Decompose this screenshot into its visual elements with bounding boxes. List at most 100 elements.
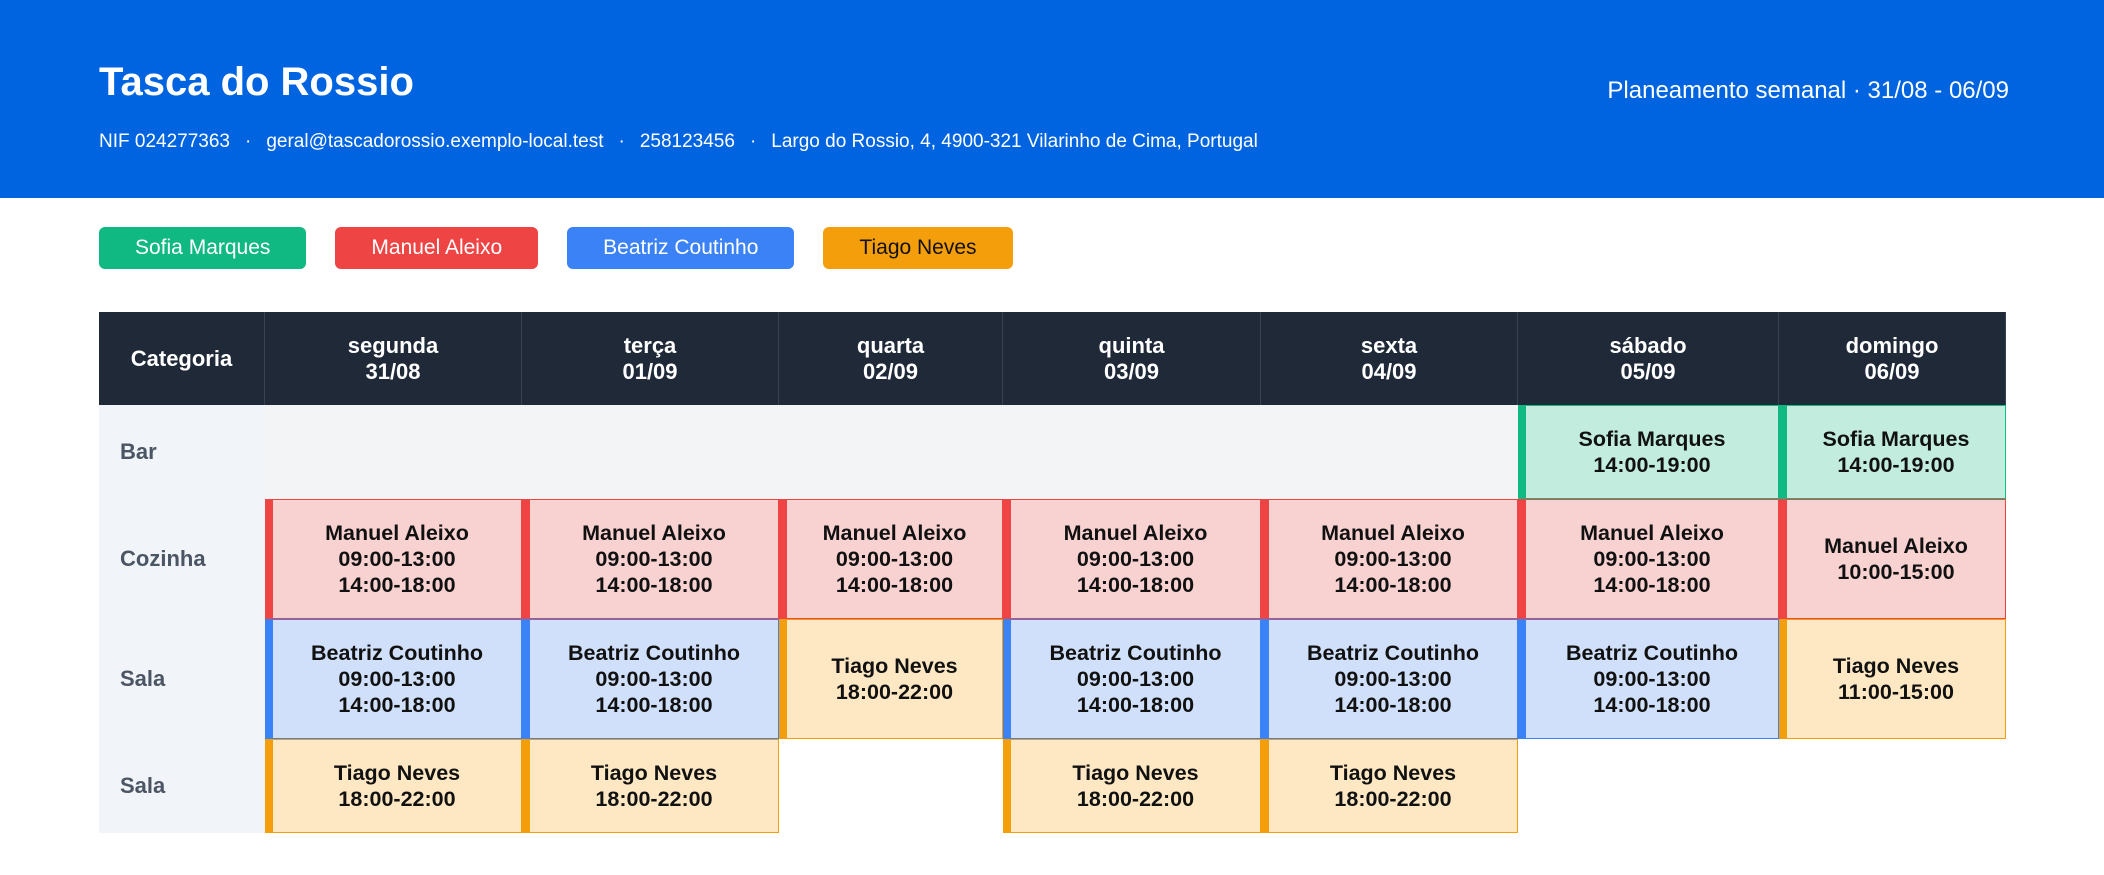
column-header-day: segunda 31/08 <box>265 312 522 405</box>
shift-cell[interactable]: Beatriz Coutinho 09:00-13:00 14:00-18:00 <box>522 619 779 739</box>
column-header-category: Categoria <box>99 312 265 405</box>
plan-title: Planeamento semanal · 31/08 - 06/09 <box>1607 77 2009 104</box>
staff-name: Manuel Aleixo <box>1580 521 1724 545</box>
shift-time: 09:00-13:00 <box>595 547 713 571</box>
staff-name: Tiago Neves <box>590 761 718 785</box>
day-date: 31/08 <box>365 358 421 384</box>
staff-name: Beatriz Coutinho <box>1049 641 1222 665</box>
shift-cell[interactable]: Manuel Aleixo 09:00-13:00 14:00-18:00 <box>1518 499 1779 619</box>
shift-time: 11:00-15:00 <box>1838 680 1954 704</box>
shift-time: 09:00-13:00 <box>595 667 713 691</box>
shift-cell[interactable]: Tiago Neves 18:00-22:00 <box>1003 739 1261 833</box>
column-header-day: domingo 06/09 <box>1779 312 2006 405</box>
shift-cell[interactable]: Manuel Aleixo 09:00-13:00 14:00-18:00 <box>779 499 1003 619</box>
shift-time: 09:00-13:00 <box>1334 667 1452 691</box>
shift-time: 09:00-13:00 <box>1076 667 1195 691</box>
shift-time: 14:00-18:00 <box>835 573 954 597</box>
day-date: 01/09 <box>622 358 678 384</box>
day-name: terça <box>623 332 677 358</box>
shift-time: 14:00-19:00 <box>1837 453 1955 477</box>
staff-name: Tiago Neves <box>1329 761 1457 785</box>
day-date: 06/09 <box>1864 358 1920 384</box>
shift-time: 14:00-18:00 <box>1334 693 1452 717</box>
column-header-day: quinta 03/09 <box>1003 312 1261 405</box>
shift-time: 09:00-13:00 <box>338 547 456 571</box>
shift-cell[interactable]: Beatriz Coutinho 09:00-13:00 14:00-18:00 <box>265 619 522 739</box>
phone: 258123456 <box>639 131 735 152</box>
staff-name: Tiago Neves <box>1832 654 1960 678</box>
shift-cell[interactable]: Manuel Aleixo 09:00-13:00 14:00-18:00 <box>1003 499 1261 619</box>
column-header-day: quarta 02/09 <box>779 312 1003 405</box>
day-name: quarta <box>856 332 925 358</box>
day-date: 03/09 <box>1103 358 1160 384</box>
shift-cell[interactable]: Tiago Neves 11:00-15:00 <box>1779 619 2006 739</box>
staff-name: Manuel Aleixo <box>582 521 726 545</box>
shift-time: 14:00-18:00 <box>1593 693 1711 717</box>
day-date: 02/09 <box>862 358 919 384</box>
day-name: sexta <box>1360 332 1418 358</box>
day-date: 04/09 <box>1361 358 1417 384</box>
staff-name: Beatriz Coutinho <box>1566 641 1738 665</box>
shift-time: 10:00-15:00 <box>1837 560 1955 584</box>
shift-cell[interactable]: Sofia Marques 14:00-19:00 <box>1518 405 1779 499</box>
empty-slot <box>265 405 1518 499</box>
legend-chip: Tiago Neves <box>823 227 1013 269</box>
legend-chip: Beatriz Coutinho <box>567 227 795 269</box>
shift-time: 09:00-13:00 <box>338 667 456 691</box>
day-name: sábado <box>1609 332 1687 358</box>
shift-cell[interactable]: Manuel Aleixo 10:00-15:00 <box>1779 499 2006 619</box>
shift-cell[interactable]: Beatriz Coutinho 09:00-13:00 14:00-18:00 <box>1261 619 1518 739</box>
shift-time: 14:00-18:00 <box>595 693 713 717</box>
shift-cell[interactable]: Tiago Neves 18:00-22:00 <box>779 619 1003 739</box>
shift-cell[interactable]: Tiago Neves 18:00-22:00 <box>265 739 522 833</box>
weekly-schedule-table: Categoria segunda 31/08 terça 01/09 quarta 02/… <box>99 312 2006 833</box>
shift-cell[interactable]: Beatriz Coutinho 09:00-13:00 14:00-18:00 <box>1003 619 1261 739</box>
category-label: Sala <box>99 739 265 833</box>
column-header-day: sexta 04/09 <box>1261 312 1518 405</box>
staff-name: Beatriz Coutinho <box>568 641 740 665</box>
day-name: domingo <box>1845 332 1939 358</box>
staff-name: Sofia Marques <box>1822 427 1970 451</box>
staff-name: Manuel Aleixo <box>325 521 469 545</box>
nif: NIF 024277363 <box>99 131 230 152</box>
separator: · <box>749 131 757 152</box>
category-label: Cozinha <box>99 499 265 619</box>
column-header-day: sábado 05/09 <box>1518 312 1779 405</box>
shift-time: 09:00-13:00 <box>835 547 954 571</box>
category-label: Bar <box>99 405 265 499</box>
contact-info: NIF 024277363 · geral@tascadorossio.exempl… <box>99 131 1258 153</box>
staff-name: Sofia Marques <box>1578 427 1726 451</box>
shift-time: 14:00-18:00 <box>1076 573 1195 597</box>
staff-name: Manuel Aleixo <box>1321 521 1465 545</box>
email: geral@tascadorossio.exemplo-local.test <box>266 131 604 152</box>
shift-time: 14:00-18:00 <box>1593 573 1711 597</box>
staff-legend: Sofia Marques Manuel Aleixo Beatriz Coutin… <box>99 227 1013 269</box>
shift-cell[interactable]: Manuel Aleixo 09:00-13:00 14:00-18:00 <box>1261 499 1518 619</box>
shift-time: 18:00-22:00 <box>595 787 713 811</box>
shift-time: 14:00-19:00 <box>1593 453 1711 477</box>
shift-cell[interactable]: Manuel Aleixo 09:00-13:00 14:00-18:00 <box>265 499 522 619</box>
separator: · <box>618 131 625 152</box>
shift-cell[interactable]: Sofia Marques 14:00-19:00 <box>1779 405 2006 499</box>
shift-cell[interactable]: Manuel Aleixo 09:00-13:00 14:00-18:00 <box>522 499 779 619</box>
shift-time: 09:00-13:00 <box>1334 547 1452 571</box>
shift-cell[interactable]: Tiago Neves 18:00-22:00 <box>1261 739 1518 833</box>
shift-time: 14:00-18:00 <box>338 573 456 597</box>
shift-time: 14:00-18:00 <box>1076 693 1195 717</box>
page-header: Tasca do Rossio NIF 024277363 · geral@tasc… <box>0 0 2104 198</box>
shift-time: 14:00-18:00 <box>595 573 713 597</box>
shift-time: 18:00-22:00 <box>1334 787 1452 811</box>
day-date: 05/09 <box>1620 358 1676 384</box>
shift-time: 09:00-13:00 <box>1076 547 1195 571</box>
separator: · <box>245 131 252 152</box>
legend-chip: Sofia Marques <box>99 227 307 269</box>
shift-cell[interactable]: Beatriz Coutinho 09:00-13:00 14:00-18:00 <box>1518 619 1779 739</box>
day-name: quinta <box>1098 332 1165 358</box>
address: Largo do Rossio, 4, 4900-321 Vilarinho d… <box>771 131 1258 152</box>
shift-time: 09:00-13:00 <box>1593 667 1711 691</box>
shift-time: 18:00-22:00 <box>338 787 456 811</box>
shift-time: 18:00-22:00 <box>1076 787 1195 811</box>
staff-name: Manuel Aleixo <box>1063 521 1208 545</box>
shift-time: 14:00-18:00 <box>1334 573 1452 597</box>
shift-cell[interactable]: Tiago Neves 18:00-22:00 <box>522 739 779 833</box>
